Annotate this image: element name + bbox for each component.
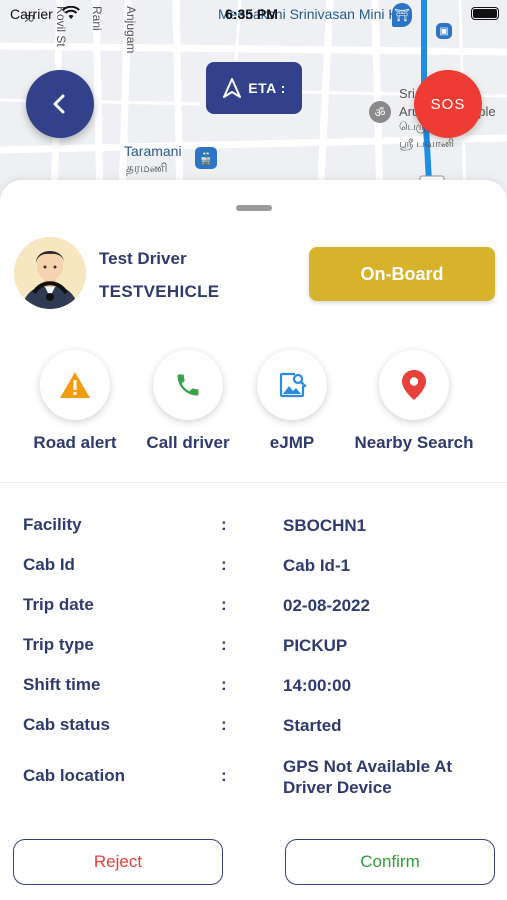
section-divider	[0, 482, 507, 483]
detail-colon: :	[221, 635, 227, 654]
action-label: eJMP	[269, 433, 315, 452]
clock-time: 6:35 PM	[225, 6, 278, 22]
vehicle-number: TESTVEHICLE	[99, 282, 220, 301]
detail-colon: :	[221, 595, 227, 614]
detail-value: Cab Id-1	[283, 556, 351, 575]
detail-colon: :	[221, 515, 227, 534]
navigation-arrow-icon	[223, 78, 242, 98]
trip-details-sheet: Test Driver TESTVEHICLE On-Board Road al…	[0, 180, 507, 900]
detail-colon: :	[221, 675, 227, 694]
detail-colon: :	[221, 766, 227, 785]
detail-key: Shift time	[23, 675, 101, 694]
detail-key: Trip type	[23, 635, 94, 654]
detail-colon: :	[221, 715, 227, 734]
reject-button[interactable]: Reject	[13, 839, 223, 885]
road-alert-action[interactable]: Road alert	[30, 350, 120, 453]
onboard-button[interactable]: On-Board	[309, 247, 495, 301]
driver-info-row: Test Driver TESTVEHICLE On-Board	[0, 236, 507, 316]
map-view[interactable]: Meenakshi Srinivasan Mini Hall ⛩ ▣ R Kov…	[0, 0, 507, 200]
detail-value: SBOCHN1	[283, 516, 367, 535]
nearby-search-action[interactable]: Nearby Search	[349, 350, 479, 453]
image-search-icon	[279, 372, 307, 398]
detail-value: 02-08-2022	[283, 596, 370, 615]
drag-handle[interactable]	[236, 205, 272, 211]
action-label: Road alert	[33, 433, 117, 452]
detail-key: Cab Id	[23, 555, 75, 574]
confirm-button[interactable]: Confirm	[285, 839, 495, 885]
map-label-sri-tamil: ஸ்ரீ பவானி	[399, 138, 454, 150]
train-station-icon: 🚆	[195, 147, 217, 169]
quick-actions: Road alert Call driver eJMP Nearby Searc…	[0, 350, 507, 460]
detail-value: PICKUP	[283, 636, 348, 655]
detail-value: 14:00:00	[283, 676, 352, 695]
detail-key: Facility	[23, 515, 82, 534]
eta-label: ETA :	[248, 80, 286, 96]
location-pin-icon	[402, 370, 426, 400]
map-label-sri: Sri	[399, 86, 415, 101]
status-bar: Carrier 6:35 PM	[0, 0, 507, 30]
map-label-taramani-tamil: தரமணி	[126, 161, 168, 175]
driver-name: Test Driver	[99, 249, 187, 268]
call-driver-action[interactable]: Call driver	[143, 350, 233, 453]
carrier-label: Carrier	[10, 6, 53, 22]
driver-avatar	[14, 237, 86, 309]
map-label-taramani: Taramani	[124, 143, 182, 159]
back-button[interactable]	[26, 70, 94, 138]
phone-icon	[177, 374, 199, 396]
action-label: Call driver	[146, 433, 230, 452]
action-label: Nearby Search	[354, 433, 474, 452]
warning-icon	[60, 372, 90, 398]
detail-value: GPS Not Available At Driver Device	[283, 757, 453, 797]
detail-colon: :	[221, 555, 227, 574]
battery-icon	[471, 7, 499, 20]
eta-chip: ETA :	[206, 62, 302, 114]
detail-key: Cab status	[23, 715, 110, 734]
detail-key: Cab location	[23, 766, 126, 785]
om-temple-icon: ॐ	[369, 101, 391, 123]
chevron-left-icon	[53, 94, 65, 114]
detail-value: Started	[283, 716, 342, 735]
detail-key: Trip date	[23, 595, 94, 614]
ejmp-action[interactable]: eJMP	[247, 350, 337, 453]
wifi-icon	[62, 5, 80, 25]
sos-button[interactable]: SOS	[414, 70, 482, 138]
